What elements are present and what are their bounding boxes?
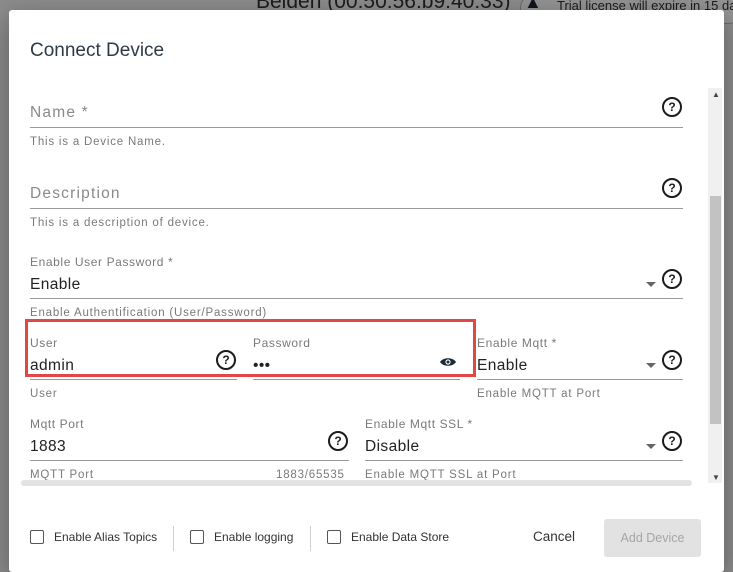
footer-divider	[310, 526, 311, 551]
enable-mqtt-ssl-label: Enable Mqtt SSL *	[365, 417, 473, 431]
enable-user-password-help-icon[interactable]: ?	[662, 269, 682, 289]
mqtt-port-label: Mqtt Port	[30, 417, 85, 431]
user-hint: User	[30, 388, 58, 400]
enable-mqtt-label: Enable Mqtt *	[477, 336, 557, 350]
name-hint: This is a Device Name.	[30, 136, 166, 148]
name-input[interactable]: Name *	[30, 104, 89, 122]
mqtt-port-underline	[30, 460, 349, 461]
cancel-button[interactable]: Cancel	[533, 529, 575, 544]
enable-data-store-checkbox[interactable]: Enable Data Store	[327, 530, 449, 544]
enable-logging-label[interactable]: Enable logging	[214, 530, 293, 544]
enable-mqtt-hint: Enable MQTT at Port	[477, 388, 601, 400]
description-input[interactable]: Description	[30, 185, 121, 203]
add-device-label: Add Device	[620, 531, 685, 545]
enable-mqtt-underline	[477, 379, 683, 380]
name-help-icon[interactable]: ?	[662, 97, 682, 117]
description-underline	[30, 208, 683, 209]
enable-mqtt-ssl-underline	[365, 460, 683, 461]
checkbox-box[interactable]	[30, 530, 44, 544]
enable-alias-topics-checkbox[interactable]: Enable Alias Topics	[30, 530, 157, 544]
mqtt-port-field[interactable]: Mqtt Port 1883 MQTT Port 1883/65535	[30, 412, 349, 482]
enable-user-password-underline	[30, 298, 683, 299]
enable-mqtt-ssl-value[interactable]: Disable	[365, 438, 420, 456]
password-underline	[253, 379, 460, 380]
connect-device-dialog: Connect Device Name * This is a Device N…	[9, 10, 724, 572]
user-underline	[30, 379, 237, 380]
enable-data-store-label[interactable]: Enable Data Store	[351, 530, 449, 544]
name-underline	[30, 127, 683, 128]
enable-user-password-hint: Enable Authentification (User/Password)	[30, 307, 268, 319]
checkbox-box[interactable]	[327, 530, 341, 544]
add-device-button[interactable]: Add Device	[604, 519, 701, 557]
enable-logging-checkbox[interactable]: Enable logging	[190, 530, 293, 544]
footer-divider	[173, 526, 174, 551]
enable-mqtt-ssl-help-icon[interactable]: ?	[662, 431, 682, 451]
enable-user-password-value[interactable]: Enable	[30, 276, 81, 294]
enable-user-password-select[interactable]: Enable User Password * Enable Enable Aut…	[30, 250, 683, 320]
dialog-title: Connect Device	[30, 40, 165, 61]
caret-down-icon[interactable]	[646, 363, 656, 368]
enable-user-password-label: Enable User Password *	[30, 255, 174, 269]
enable-alias-topics-label[interactable]: Enable Alias Topics	[54, 530, 157, 544]
scroll-down-icon[interactable]: ▼	[712, 473, 720, 482]
enable-mqtt-help-icon[interactable]: ?	[662, 350, 682, 370]
mqtt-port-input[interactable]: 1883	[30, 438, 66, 456]
enable-mqtt-ssl-select[interactable]: Enable Mqtt SSL * Disable Enable MQTT SS…	[365, 412, 683, 482]
highlight-box	[25, 319, 476, 377]
caret-down-icon[interactable]	[646, 444, 656, 449]
horizontal-scrollbar[interactable]	[21, 480, 692, 486]
description-hint: This is a description of device.	[30, 217, 210, 229]
mqtt-port-help-icon[interactable]: ?	[328, 431, 348, 451]
enable-mqtt-value[interactable]: Enable	[477, 357, 528, 375]
checkbox-box[interactable]	[190, 530, 204, 544]
description-field[interactable]: Description This is a description of dev…	[30, 169, 683, 239]
scroll-up-icon[interactable]: ▲	[712, 90, 720, 99]
name-field[interactable]: Name * This is a Device Name.	[30, 88, 683, 158]
dialog-form: Name * This is a Device Name. ? Descript…	[9, 88, 724, 496]
scrollbar-thumb[interactable]	[710, 196, 721, 424]
description-help-icon[interactable]: ?	[662, 178, 682, 198]
caret-down-icon[interactable]	[646, 282, 656, 287]
